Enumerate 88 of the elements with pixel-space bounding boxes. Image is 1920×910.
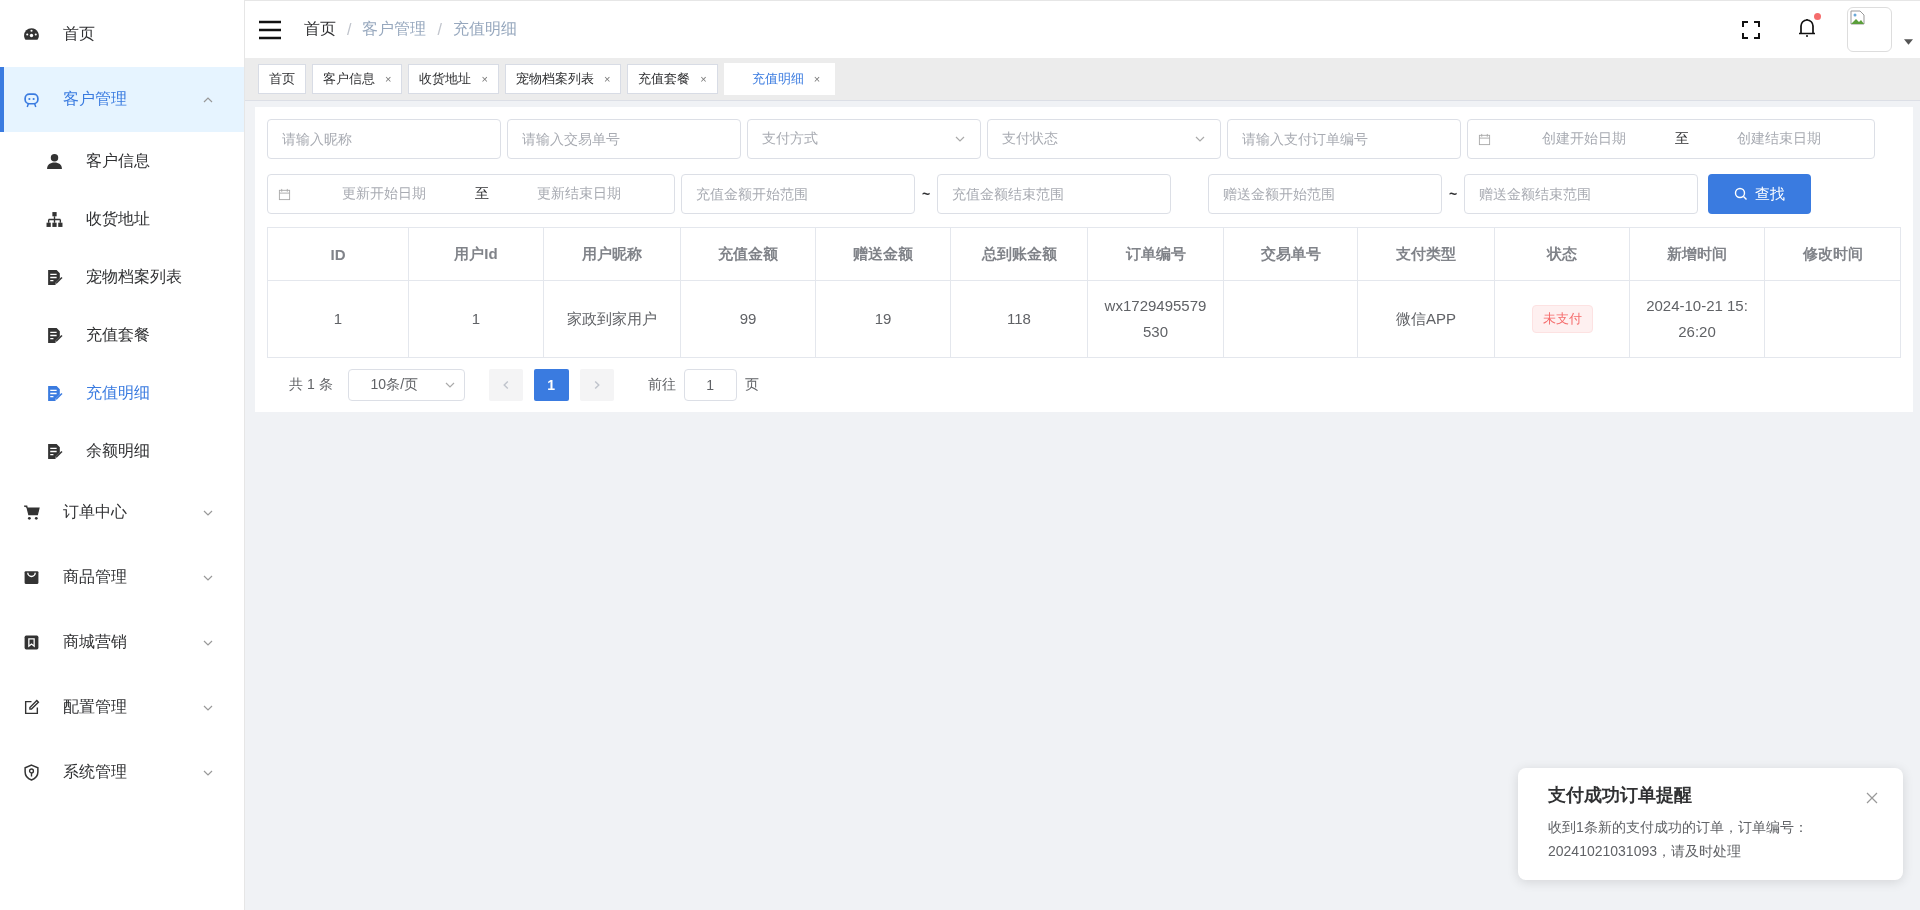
- input-field[interactable]: 赠送金额开始范围: [1208, 174, 1442, 214]
- caret-icon[interactable]: [1904, 38, 1913, 45]
- tab[interactable]: 客户信息 ×: [312, 64, 403, 94]
- breadcrumb-item[interactable]: 首页: [304, 19, 336, 40]
- broken-image-icon: [1850, 10, 1866, 26]
- input-field[interactable]: 请输入昵称: [267, 119, 501, 159]
- sidebar-item[interactable]: 配置管理: [0, 675, 244, 740]
- range-separator: ~: [1447, 186, 1459, 202]
- sidebar-item[interactable]: 收货地址: [0, 190, 244, 248]
- column-header: 新增时间: [1629, 227, 1765, 281]
- column-header: 状态: [1494, 227, 1630, 281]
- calendar-icon: [1478, 132, 1491, 146]
- sidebar-item[interactable]: 商品管理: [0, 545, 244, 610]
- table-cell: 2024-10-21 15:26:20: [1629, 280, 1765, 358]
- tab[interactable]: 充值明细 ×: [723, 63, 836, 95]
- range-separator: ~: [920, 186, 932, 202]
- column-header: 赠送金额: [815, 227, 951, 281]
- sidebar-item[interactable]: 客户管理: [0, 67, 244, 132]
- search-button[interactable]: 查找: [1708, 174, 1811, 214]
- table-cell: 118: [950, 280, 1088, 358]
- column-header: ID: [267, 227, 409, 281]
- status-tag: 未支付: [1531, 305, 1593, 333]
- column-header: 用户昵称: [543, 227, 681, 281]
- tab[interactable]: 宠物档案列表 ×: [504, 64, 622, 94]
- column-header: 总到账金额: [950, 227, 1088, 281]
- goto-label: 前往: [647, 376, 676, 394]
- column-header: 充值金额: [680, 227, 816, 281]
- page-button[interactable]: 1: [533, 369, 569, 401]
- notification-title: 支付成功订单提醒: [1548, 784, 1693, 807]
- bag-icon: [23, 569, 40, 586]
- input-field[interactable]: 请输入交易单号: [507, 119, 741, 159]
- breadcrumb-item: 充值明细: [452, 19, 517, 39]
- sidebar-item[interactable]: 客户信息: [0, 132, 244, 190]
- notification-message: 收到1条新的支付成功的订单，订单编号：20241021031093，请及时处理: [1548, 818, 1809, 861]
- breadcrumb-separator: /: [437, 20, 442, 39]
- fullscreen-icon[interactable]: [1741, 18, 1761, 41]
- cart-icon: [23, 504, 40, 521]
- table-cell: 19: [815, 280, 951, 358]
- table-cell: wx1729495579530: [1087, 280, 1224, 358]
- breadcrumb-separator: /: [347, 20, 352, 39]
- table-cell: 1: [408, 280, 544, 358]
- input-field[interactable]: 请输入支付订单编号: [1227, 119, 1461, 159]
- table-cell: 1: [267, 280, 409, 358]
- sidebar-item[interactable]: 首页: [0, 2, 244, 67]
- sidebar-item[interactable]: 商城营销: [0, 610, 244, 675]
- input-field[interactable]: 赠送金额结束范围: [1464, 174, 1698, 214]
- search-icon: [1734, 187, 1748, 201]
- total-count: 共 1 条: [289, 376, 333, 394]
- document-edit-icon: [46, 326, 63, 344]
- column-header: 订单编号: [1087, 227, 1224, 281]
- bell-icon[interactable]: [1797, 16, 1817, 39]
- menu-icon[interactable]: [258, 19, 282, 40]
- date-range-field[interactable]: 创建开始日期 至 创建结束日期: [1467, 119, 1875, 159]
- table-cell: 家政到家用户: [543, 280, 681, 358]
- document-edit-icon: [46, 442, 63, 460]
- column-header: 交易单号: [1223, 227, 1358, 281]
- page-suffix: 页: [744, 376, 759, 394]
- input-field[interactable]: 充值金额开始范围: [681, 174, 915, 214]
- table-cell: 微信APP: [1357, 280, 1495, 358]
- column-header: 支付类型: [1357, 227, 1495, 281]
- edit-icon: [23, 699, 40, 716]
- sidebar-item[interactable]: 充值明细: [0, 364, 244, 422]
- document-edit-icon: [46, 384, 63, 402]
- robot-face-icon: [23, 91, 40, 108]
- page-input[interactable]: 1: [683, 369, 737, 401]
- breadcrumb-item: 客户管理: [362, 19, 427, 39]
- date-range-field[interactable]: 更新开始日期 至 更新结束日期: [267, 174, 675, 214]
- input-field[interactable]: 充值金额结束范围: [937, 174, 1171, 214]
- column-header: 修改时间: [1764, 227, 1901, 281]
- tab[interactable]: 充值套餐 ×: [627, 64, 718, 94]
- sidebar-item[interactable]: 余额明细: [0, 422, 244, 480]
- calendar-icon: [278, 187, 291, 201]
- tab[interactable]: 首页: [258, 64, 306, 94]
- tab[interactable]: 收货地址 ×: [408, 64, 499, 94]
- column-header: 用户Id: [408, 227, 544, 281]
- sidebar-item[interactable]: 充值套餐: [0, 306, 244, 364]
- table-cell: 99: [680, 280, 816, 358]
- sidebar-item[interactable]: 订单中心: [0, 480, 244, 545]
- close-icon[interactable]: [1866, 792, 1878, 804]
- person-icon: [46, 152, 63, 170]
- shield-icon: [23, 764, 40, 781]
- sidebar-item[interactable]: 宠物档案列表: [0, 248, 244, 306]
- document-edit-icon: [46, 268, 63, 286]
- bookmark-icon: [23, 634, 40, 651]
- page-size-select[interactable]: 10条/页: [347, 369, 465, 401]
- sidebar-item[interactable]: 系统管理: [0, 740, 244, 805]
- dashboard-icon: [23, 26, 40, 43]
- sitemap-icon: [46, 210, 63, 228]
